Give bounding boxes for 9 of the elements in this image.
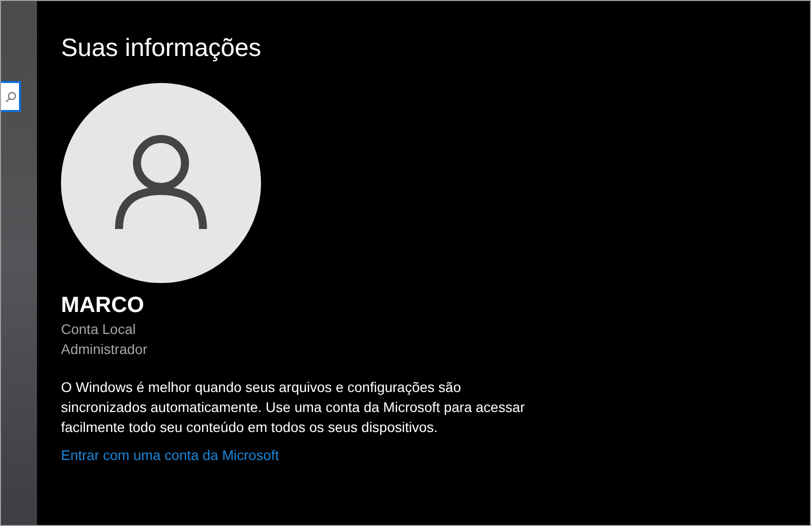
- user-name: MARCO: [61, 291, 144, 319]
- page-title: Suas informações: [61, 33, 262, 64]
- search-icon: [5, 90, 17, 102]
- sync-description: O Windows é melhor quando seus arquivos e configurações são sincronizados automaticamente. Use uma conta da Microsoft para acessar facilmente todo seu conteúdo em todos os seus dispositivos.: [61, 378, 526, 437]
- account-role: Administrador: [61, 340, 148, 359]
- account-type: Conta Local: [61, 320, 136, 339]
- search-field[interactable]: [1, 81, 21, 112]
- microsoft-signin-link[interactable]: Entrar com uma conta da Microsoft: [61, 445, 279, 465]
- person-icon: [115, 135, 207, 231]
